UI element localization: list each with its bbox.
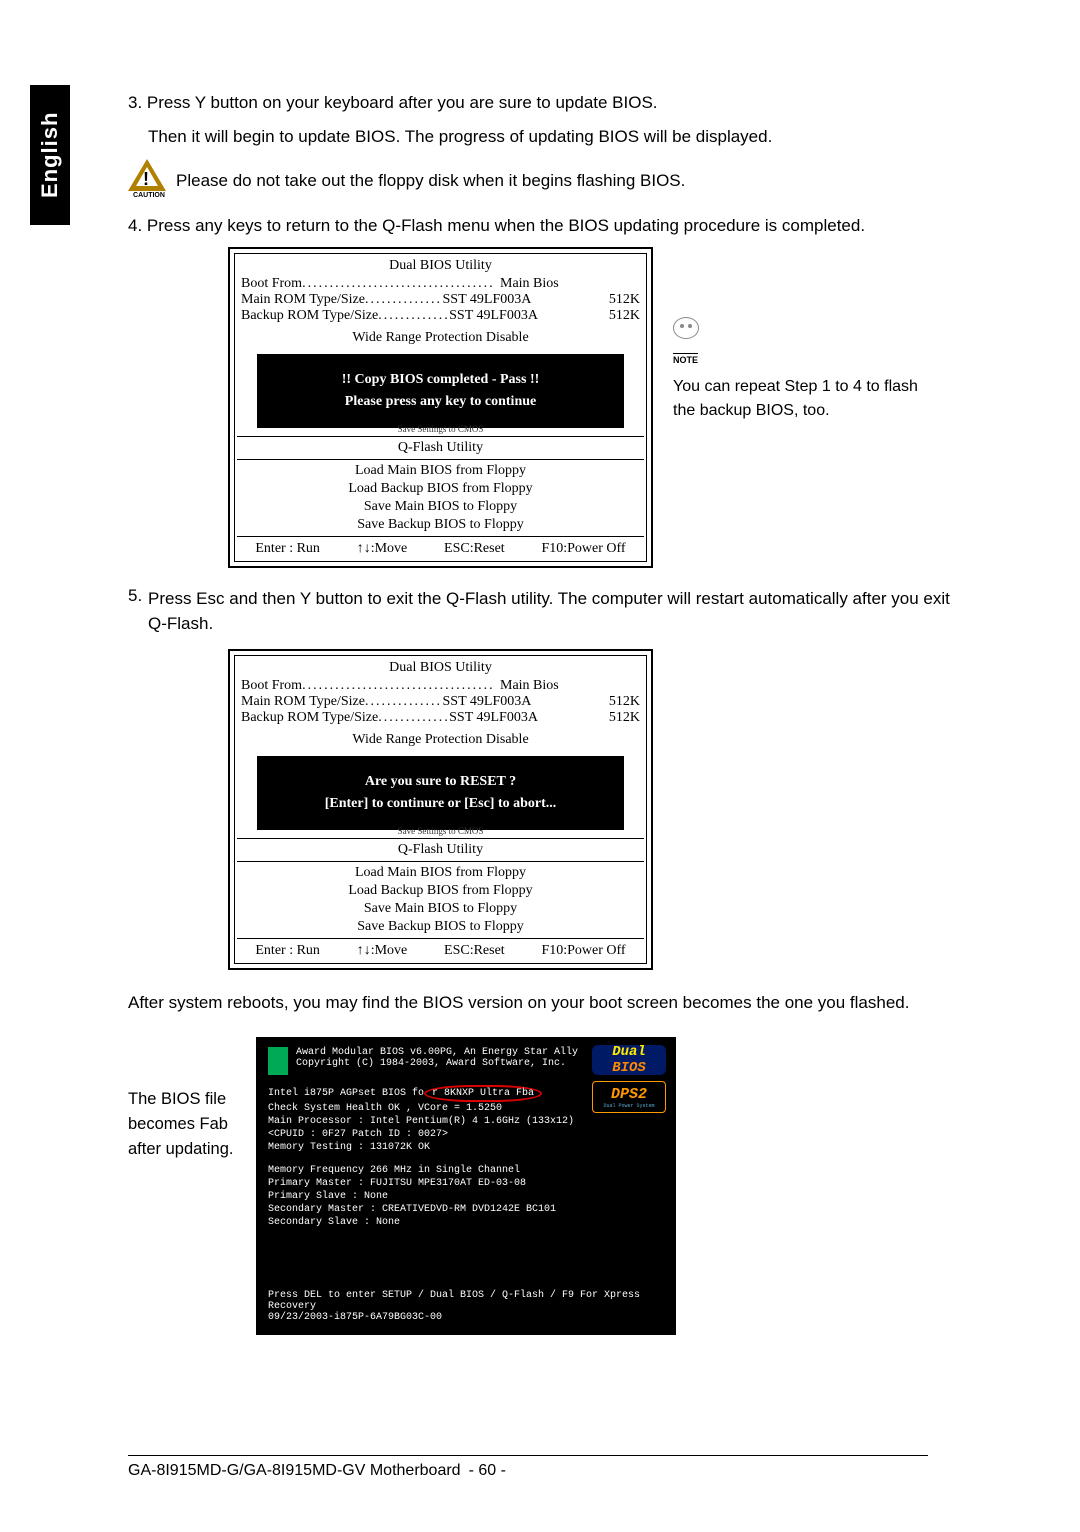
boot-from-value: Main Bios	[500, 276, 640, 292]
main-rom-label: Main ROM Type/Size	[241, 694, 365, 710]
dual-bios-badge: DualBIOS	[592, 1045, 666, 1075]
foot-enter: Enter : Run	[255, 943, 320, 959]
menu-item: Save Main BIOS to Floppy	[237, 498, 644, 516]
after-reboot-text: After system reboots, you may find the B…	[128, 990, 958, 1016]
boot-header1: Award Modular BIOS v6.00PG, An Energy St…	[296, 1047, 578, 1058]
backup-rom-label: Backup ROM Type/Size	[241, 710, 378, 726]
bios-file-note: The BIOS file becomes Fab after updating…	[128, 1087, 248, 1161]
bios-message-box-reset: Are you sure to RESET ? [Enter] to conti…	[257, 756, 624, 830]
boot-line: Secondary Slave : None	[268, 1216, 664, 1229]
backup-rom-size: 512K	[609, 710, 640, 726]
boot-from-label: Boot From	[241, 276, 302, 292]
qflash-header: Q-Flash Utility	[237, 841, 644, 859]
foot-f10: F10:Power Off	[541, 541, 625, 557]
boot-from-label: Boot From	[241, 678, 302, 694]
bios-utility-box-2: Dual BIOS Utility Boot From ............…	[228, 649, 653, 970]
bios-msg1: !! Copy BIOS completed - Pass !!	[265, 372, 616, 388]
foot-esc: ESC:Reset	[444, 541, 505, 557]
page-footer: GA-8I915MD-G/GA-8I915MD-GV Motherboard -…	[128, 1455, 928, 1480]
step5-text: Press Esc and then Y button to exit the …	[148, 586, 958, 637]
dps-badge: DPS2 Dual Power System	[592, 1081, 666, 1113]
bios-title: Dual BIOS Utility	[237, 658, 644, 678]
boot-footer-line2: 09/23/2003-i875P-6A79BG03C-00	[268, 1312, 664, 1323]
backup-rom-label: Backup ROM Type/Size	[241, 308, 378, 324]
menu-item: Save Backup BIOS to Floppy	[237, 918, 644, 936]
boot-circled-version: r 8KNXP Ultra Fba	[424, 1085, 542, 1102]
boot-line: Memory Frequency 266 MHz in Single Chann…	[268, 1164, 664, 1177]
main-rom-size: 512K	[609, 292, 640, 308]
boot-line: <CPUID : 0F27 Patch ID : 0027>	[268, 1128, 664, 1141]
menu-item: Save Backup BIOS to Floppy	[237, 516, 644, 534]
bios-msg2: Please press any key to continue	[265, 394, 616, 410]
side-note-text: You can repeat Step 1 to 4 to flash the …	[673, 378, 918, 419]
foot-esc: ESC:Reset	[444, 943, 505, 959]
bios-message-box: !! Copy BIOS completed - Pass !! Please …	[257, 354, 624, 428]
main-rom-size: 512K	[609, 694, 640, 710]
boot-line: Primary Master : FUJITSU MPE3170AT ED-03…	[268, 1177, 664, 1190]
menu-item: Load Main BIOS from Floppy	[237, 864, 644, 882]
foot-enter: Enter : Run	[255, 541, 320, 557]
backup-rom-size: 512K	[609, 308, 640, 324]
bios-title: Dual BIOS Utility	[237, 256, 644, 276]
foot-move: ↑↓:Move	[357, 541, 408, 557]
menu-item: Load Main BIOS from Floppy	[237, 462, 644, 480]
boot-footer-line1: Press DEL to enter SETUP / Dual BIOS / Q…	[268, 1290, 664, 1312]
backup-rom-value: SST 49LF003A	[449, 308, 538, 324]
caution-icon: ! CAUTION	[128, 159, 170, 203]
bios-footer: Enter : Run ↑↓:Move ESC:Reset F10:Power …	[237, 539, 644, 559]
foot-f10: F10:Power Off	[541, 943, 625, 959]
boot-screen: DualBIOS DPS2 Dual Power System Award Mo…	[256, 1037, 676, 1335]
main-rom-label: Main ROM Type/Size	[241, 292, 365, 308]
footer-page-number: - 60 -	[469, 1462, 506, 1480]
page-content: 3. Press Y button on your keyboard after…	[128, 90, 958, 1335]
step3-line1: 3. Press Y button on your keyboard after…	[128, 90, 958, 116]
menu-item: Save Main BIOS to Floppy	[237, 900, 644, 918]
bios-footer: Enter : Run ↑↓:Move ESC:Reset F10:Power …	[237, 941, 644, 961]
bios-reset-msg2: [Enter] to continure or [Esc] to abort..…	[265, 796, 616, 812]
side-note: NOTE You can repeat Step 1 to 4 to flash…	[673, 317, 923, 423]
footer-model: GA-8I915MD-G/GA-8I915MD-GV Motherboard	[128, 1462, 461, 1480]
boot-line: Secondary Master : CREATIVEDVD-RM DVD124…	[268, 1203, 664, 1216]
bios-utility-box-1: Dual BIOS Utility Boot From ............…	[228, 247, 653, 568]
bios-hidden-line: Save Settings to CMOS	[237, 826, 644, 836]
caution-row: ! CAUTION Please do not take out the flo…	[128, 159, 958, 203]
step5-number: 5.	[128, 586, 148, 637]
bios-hidden-line: Save Settings to CMOS	[237, 424, 644, 434]
main-rom-value: SST 49LF003A	[443, 694, 532, 710]
wide-range-protection: Wide Range Protection Disable	[237, 726, 644, 754]
qflash-header: Q-Flash Utility	[237, 439, 644, 457]
note-face-icon	[673, 317, 699, 339]
step3-line2: Then it will begin to update BIOS. The p…	[148, 124, 958, 150]
note-label: NOTE	[673, 353, 698, 368]
boot-header2: Copyright (C) 1984-2003, Award Software,…	[296, 1058, 578, 1069]
caution-text: Please do not take out the floppy disk w…	[176, 171, 685, 191]
main-rom-value: SST 49LF003A	[443, 292, 532, 308]
boot-line: Memory Testing : 131072K OK	[268, 1141, 664, 1154]
wide-range-protection: Wide Range Protection Disable	[237, 324, 644, 352]
award-logo-icon	[268, 1047, 288, 1075]
foot-move: ↑↓:Move	[357, 943, 408, 959]
boot-from-value: Main Bios	[500, 678, 640, 694]
boot-line: Primary Slave : None	[268, 1190, 664, 1203]
boot-line: Intel i875P AGPset BIOS fo	[268, 1088, 424, 1099]
menu-item: Load Backup BIOS from Floppy	[237, 480, 644, 498]
bios-reset-msg1: Are you sure to RESET ?	[265, 774, 616, 790]
menu-item: Load Backup BIOS from Floppy	[237, 882, 644, 900]
step4: 4. Press any keys to return to the Q-Fla…	[128, 213, 958, 239]
boot-line: Main Processor : Intel Pentium(R) 4 1.6G…	[268, 1115, 664, 1128]
backup-rom-value: SST 49LF003A	[449, 710, 538, 726]
language-tab: English	[30, 85, 70, 225]
